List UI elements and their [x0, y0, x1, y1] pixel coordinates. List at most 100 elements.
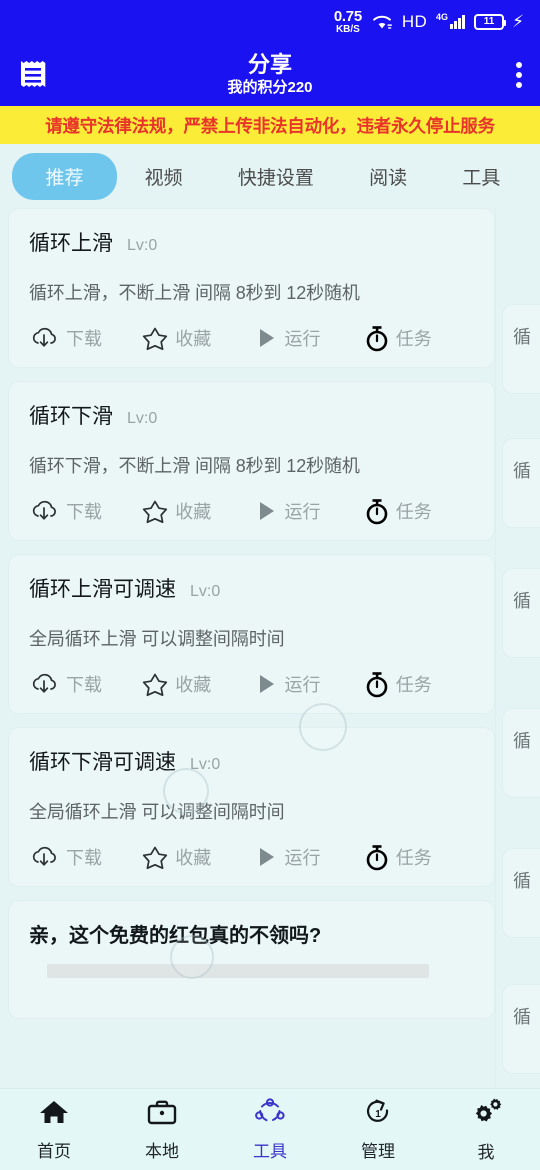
- clipped-card[interactable]: 循: [502, 984, 540, 1074]
- tab-reading[interactable]: 阅读: [342, 155, 435, 198]
- card-header: 循环上滑可调速 Lv:0: [29, 573, 474, 603]
- run-label: 运行: [284, 502, 321, 522]
- script-card-column: 循环上滑 Lv:0 循环上滑，不断上滑 间隔 8秒到 12秒随机 下载 收藏 运…: [8, 208, 495, 1088]
- nav-item-local[interactable]: 本地: [108, 1098, 216, 1162]
- card-action-row: 下载 收藏 运行 任务: [29, 669, 474, 699]
- svg-text:1: 1: [375, 1109, 381, 1120]
- nav-item-manage[interactable]: 1 管理: [324, 1098, 432, 1162]
- download-button[interactable]: 下载: [29, 670, 140, 698]
- card-description: 全局循环上滑 可以调整间隔时间: [29, 802, 285, 822]
- favorite-button[interactable]: 收藏: [140, 670, 251, 698]
- favorite-button[interactable]: 收藏: [140, 497, 251, 525]
- app-root: 0.75 KB/S HD 4G 11 ⚡ 分享 我的积分220 请遵守法律法规，…: [0, 0, 540, 1170]
- stopwatch-icon: [363, 323, 391, 353]
- cloud-download-icon: [29, 324, 61, 352]
- task-button[interactable]: 任务: [363, 669, 474, 699]
- briefcase-icon: [146, 1098, 178, 1131]
- receipt-list-icon[interactable]: [18, 58, 48, 92]
- run-label: 运行: [284, 329, 321, 349]
- tab-quick-settings[interactable]: 快捷设置: [210, 155, 341, 198]
- card-header: 循环下滑可调速 Lv:0: [29, 746, 474, 776]
- star-icon: [140, 670, 170, 698]
- clipped-card-column[interactable]: 循 循 循 循 循 循: [495, 208, 540, 1088]
- nav-item-tools[interactable]: 工具: [216, 1097, 324, 1162]
- card-description: 循环上滑，不断上滑 间隔 8秒到 12秒随机: [29, 283, 360, 303]
- tab-tools[interactable]: 工具: [435, 155, 528, 198]
- nav-label-manage: 管理: [361, 1141, 395, 1161]
- download-button[interactable]: 下载: [29, 843, 140, 871]
- signal-bars-icon: 4G: [436, 12, 466, 29]
- clipped-card-char: 循: [513, 461, 531, 481]
- network-speed-indicator: 0.75 KB/S: [334, 9, 362, 35]
- task-button[interactable]: 任务: [363, 496, 474, 526]
- promo-card[interactable]: 亲，这个免费的红包真的不领吗?: [8, 900, 495, 1019]
- card-level-badge: Lv:0: [127, 237, 158, 254]
- download-label: 下载: [66, 502, 102, 522]
- card-level-badge: Lv:0: [127, 410, 158, 427]
- play-icon: [252, 497, 280, 525]
- app-bar-title-block: 分享 我的积分220: [0, 44, 540, 106]
- script-card[interactable]: 循环上滑可调速 Lv:0 全局循环上滑 可以调整间隔时间 下载 收藏 运行 任务: [8, 554, 495, 714]
- favorite-label: 收藏: [175, 329, 212, 349]
- status-bar: 0.75 KB/S HD 4G 11 ⚡: [0, 0, 540, 44]
- run-button[interactable]: 运行: [252, 843, 363, 871]
- nav-label-local: 本地: [145, 1141, 179, 1161]
- download-label: 下载: [66, 675, 102, 695]
- more-vertical-icon[interactable]: [516, 62, 522, 88]
- legal-notice-text: 请遵守法律法规，严禁上传非法自动化，违者永久停止服务: [45, 115, 495, 136]
- script-card[interactable]: 循环下滑可调速 Lv:0 全局循环上滑 可以调整间隔时间 下载 收藏 运行 任务: [8, 727, 495, 887]
- clipped-card[interactable]: 循: [502, 438, 540, 528]
- clipped-card[interactable]: 循: [502, 568, 540, 658]
- clipped-card[interactable]: 循: [502, 848, 540, 938]
- clipped-card[interactable]: 循: [502, 304, 540, 394]
- play-icon: [252, 324, 280, 352]
- download-label: 下载: [66, 848, 102, 868]
- card-header: 循环下滑 Lv:0: [29, 400, 474, 430]
- clipped-card-char: 循: [513, 731, 531, 751]
- play-icon: [252, 670, 280, 698]
- script-card[interactable]: 循环下滑 Lv:0 循环下滑，不断上滑 间隔 8秒到 12秒随机 下载 收藏 运…: [8, 381, 495, 541]
- cloud-download-icon: [29, 843, 61, 871]
- card-description: 循环下滑，不断上滑 间隔 8秒到 12秒随机: [29, 456, 360, 476]
- network-type-label: 4G: [436, 12, 449, 22]
- play-icon: [252, 843, 280, 871]
- tab-video[interactable]: 视频: [117, 155, 210, 198]
- points-subtitle: 我的积分220: [227, 78, 313, 96]
- stopwatch-icon: [363, 842, 391, 872]
- category-tabs: 推荐 视频 快捷设置 阅读 工具: [0, 144, 540, 208]
- run-button[interactable]: 运行: [252, 324, 363, 352]
- nav-item-mine[interactable]: 我: [432, 1097, 540, 1163]
- clipped-card[interactable]: 循: [502, 708, 540, 798]
- favorite-button[interactable]: 收藏: [140, 843, 251, 871]
- cloud-download-icon: [29, 497, 61, 525]
- script-card[interactable]: 循环上滑 Lv:0 循环上滑，不断上滑 间隔 8秒到 12秒随机 下载 收藏 运…: [8, 208, 495, 368]
- network-speed-value: 0.75: [333, 8, 362, 25]
- tab-recommend[interactable]: 推荐: [12, 152, 117, 200]
- card-description: 全局循环上滑 可以调整间隔时间: [29, 629, 285, 649]
- home-icon: [38, 1098, 70, 1131]
- clipped-card-char: 循: [513, 1007, 531, 1027]
- script-list[interactable]: 循环上滑 Lv:0 循环上滑，不断上滑 间隔 8秒到 12秒随机 下载 收藏 运…: [0, 208, 540, 1088]
- cloud-download-icon: [29, 670, 61, 698]
- card-title: 循环上滑可调速: [29, 578, 176, 601]
- run-button[interactable]: 运行: [252, 670, 363, 698]
- card-level-badge: Lv:0: [190, 583, 221, 600]
- card-action-row: 下载 收藏 运行 任务: [29, 496, 474, 526]
- card-action-row: 下载 收藏 运行 任务: [29, 842, 474, 872]
- refresh-one-icon: 1: [362, 1098, 394, 1131]
- download-button[interactable]: 下载: [29, 324, 140, 352]
- page-title: 分享: [247, 51, 292, 77]
- task-button[interactable]: 任务: [363, 323, 474, 353]
- promo-placeholder-bar: [46, 964, 430, 978]
- card-title: 循环下滑: [29, 405, 113, 428]
- star-icon: [140, 497, 170, 525]
- run-button[interactable]: 运行: [252, 497, 363, 525]
- task-label: 任务: [395, 675, 432, 695]
- nav-item-home[interactable]: 首页: [0, 1098, 108, 1162]
- task-label: 任务: [395, 329, 432, 349]
- download-button[interactable]: 下载: [29, 497, 140, 525]
- promo-title: 亲，这个免费的红包真的不领吗?: [29, 925, 322, 947]
- favorite-label: 收藏: [175, 675, 212, 695]
- task-button[interactable]: 任务: [363, 842, 474, 872]
- favorite-button[interactable]: 收藏: [140, 324, 251, 352]
